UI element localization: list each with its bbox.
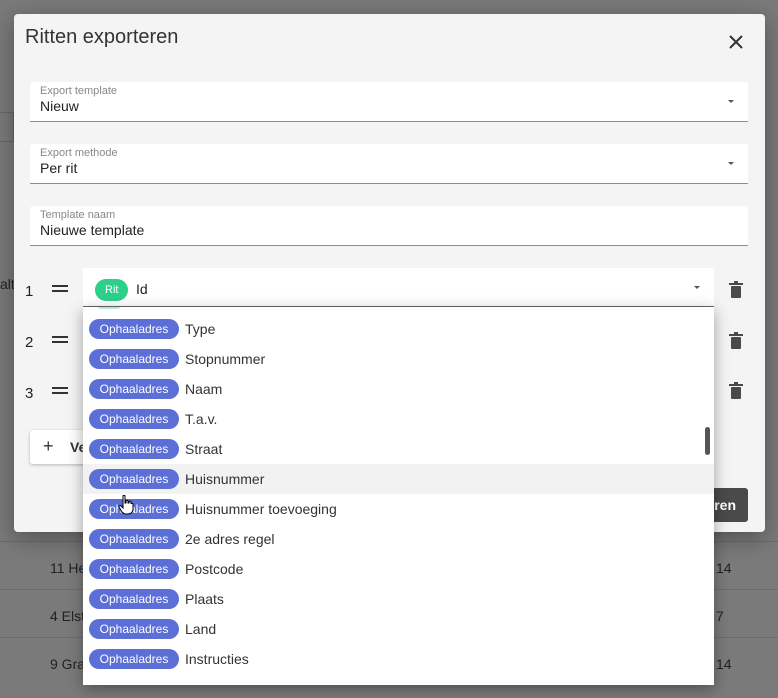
option-label: Huisnummer toevoeging xyxy=(185,501,337,517)
drag-handle-icon[interactable] xyxy=(52,387,68,397)
option-label: 2e adres regel xyxy=(185,531,275,547)
dropdown-option[interactable]: Ophaaladres Straat xyxy=(83,434,714,464)
ophaaladres-chip: Ophaaladres xyxy=(89,649,179,669)
field-label: Export template xyxy=(40,85,118,97)
ophaaladres-chip: Ophaaladres xyxy=(89,469,179,489)
trash-icon[interactable] xyxy=(728,281,744,299)
ophaaladres-chip: Ophaaladres xyxy=(89,439,179,459)
option-label: Instructies xyxy=(185,651,249,667)
caret-down-icon xyxy=(694,286,700,289)
field-label: Export methode xyxy=(40,147,118,159)
dropdown-option[interactable]: Ophaaladres Huisnummer toevoeging xyxy=(83,494,714,524)
background-row-text: 4 Elst xyxy=(50,608,86,624)
ophaaladres-chip: Ophaaladres xyxy=(89,349,179,369)
caret-down-icon xyxy=(728,162,734,165)
background-row-text: 9 Gra xyxy=(50,656,86,672)
dropdown-option[interactable]: Ophaaladres Postcode xyxy=(83,554,714,584)
background-control xyxy=(0,112,14,142)
dropdown-option[interactable]: Ophaaladres Huisnummer xyxy=(83,464,714,494)
background-row-text: 11 He xyxy=(50,560,87,576)
background-row-text: 14 xyxy=(716,560,732,576)
dropdown-option[interactable]: Ophaaladres Stopnummer xyxy=(83,344,714,374)
field-value: Nieuw xyxy=(40,98,79,114)
dropdown-option[interactable]: Ophaaladres Land xyxy=(83,614,714,644)
template-name-input[interactable]: Template naam Nieuwe template xyxy=(30,206,748,246)
dropdown-option[interactable]: Ophaaladres Naam xyxy=(83,374,714,404)
close-icon[interactable] xyxy=(724,30,748,54)
option-label: Straat xyxy=(185,441,223,457)
ophaaladres-chip: Ophaaladres xyxy=(89,319,179,339)
field-value: Per rit xyxy=(40,160,78,176)
option-label: Land xyxy=(185,621,217,637)
ophaaladres-chip: Ophaaladres xyxy=(89,409,179,429)
option-label: T.a.v. xyxy=(185,411,218,427)
export-template-select[interactable]: Export template Nieuw xyxy=(30,82,748,122)
export-method-select[interactable]: Export methode Per rit xyxy=(30,144,748,184)
option-label: Naam xyxy=(185,381,223,397)
drag-handle-icon[interactable] xyxy=(52,336,68,346)
rit-chip: Rit xyxy=(95,279,129,301)
field-value: Nieuwe template xyxy=(40,222,145,238)
background-side-text: alt xyxy=(0,276,15,292)
option-label: Type xyxy=(185,321,216,337)
option-label: Plaats xyxy=(185,591,224,607)
previous-option-chip xyxy=(97,307,121,309)
field-label: Template naam xyxy=(40,209,116,221)
ophaaladres-chip: Ophaaladres xyxy=(89,589,179,609)
trash-icon[interactable] xyxy=(728,332,744,350)
dropdown-option[interactable]: Ophaaladres Instructies xyxy=(83,644,714,674)
option-label: Huisnummer xyxy=(185,471,265,487)
plus-icon: + xyxy=(43,436,54,456)
dialog-title: Ritten exporteren xyxy=(25,26,179,48)
option-label: Postcode xyxy=(185,561,244,577)
ophaaladres-chip: Ophaaladres xyxy=(89,379,179,399)
dropdown-option[interactable]: Ophaaladres Plaats xyxy=(83,584,714,614)
column-dropdown-menu: Ophaaladres Type Ophaaladres Stopnummer Opha… xyxy=(83,307,714,685)
option-label: Stopnummer xyxy=(185,351,266,367)
select-value: Id xyxy=(136,281,148,297)
ophaaladres-chip: Ophaaladres xyxy=(89,499,179,519)
caret-down-icon xyxy=(728,100,734,103)
drag-handle-icon[interactable] xyxy=(52,285,68,295)
dropdown-option[interactable]: Ophaaladres 2e adres regel xyxy=(83,524,714,554)
dropdown-option[interactable]: Ophaaladres T.a.v. xyxy=(83,404,714,434)
background-row-text: 7 xyxy=(716,608,724,624)
trash-icon[interactable] xyxy=(728,382,744,400)
ophaaladres-chip: Ophaaladres xyxy=(89,529,179,549)
ophaaladres-chip: Ophaaladres xyxy=(89,619,179,639)
scrollbar[interactable] xyxy=(705,427,710,455)
row-number: 3 xyxy=(25,385,34,402)
row-number: 2 xyxy=(25,334,34,351)
ophaaladres-chip: Ophaaladres xyxy=(89,559,179,579)
column-select[interactable]: Rit Id xyxy=(83,268,714,307)
dropdown-option[interactable]: Ophaaladres Type xyxy=(83,314,714,344)
background-row-text: 14 xyxy=(716,656,732,672)
hand-cursor-icon xyxy=(118,495,134,515)
row-number: 1 xyxy=(25,283,34,300)
